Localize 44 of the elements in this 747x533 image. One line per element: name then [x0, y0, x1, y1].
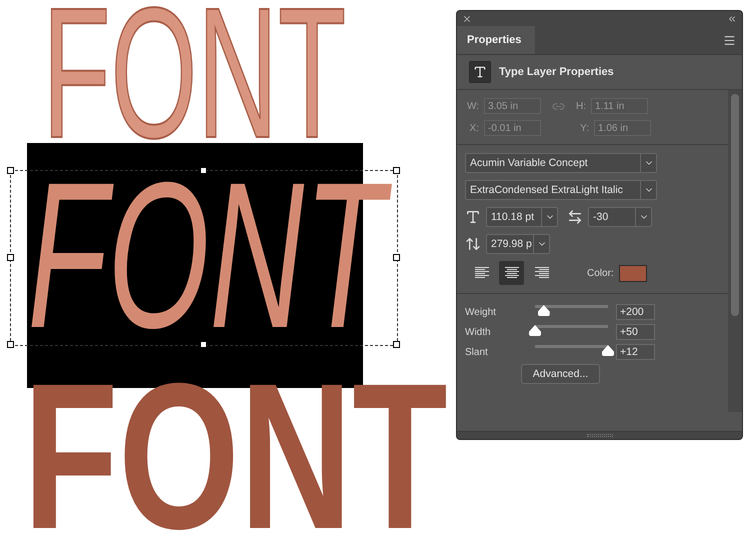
slider-thumb[interactable] — [529, 325, 541, 336]
color-label: Color: — [587, 268, 614, 278]
align-center-icon — [504, 267, 518, 279]
resize-handle[interactable] — [393, 254, 400, 261]
slider-thumb[interactable] — [538, 305, 550, 316]
type-layer-icon — [469, 61, 491, 83]
resize-grip-icon[interactable] — [586, 434, 612, 437]
width-label: W: — [466, 100, 479, 112]
resize-handle[interactable] — [7, 254, 14, 261]
properties-tab[interactable]: Properties — [457, 26, 536, 54]
align-button[interactable] — [499, 261, 524, 285]
y-label: Y: — [579, 122, 589, 134]
tracking-select[interactable]: -30 — [588, 207, 652, 227]
leading-select[interactable]: 279.98 p — [486, 234, 550, 254]
height-label: H: — [576, 100, 586, 112]
font-sample-text: FONT — [22, 374, 449, 533]
font-size-select[interactable]: 110.18 pt — [486, 207, 558, 227]
align-left-icon — [474, 267, 488, 279]
x-label: X: — [468, 122, 479, 134]
resize-handle[interactable] — [7, 167, 14, 174]
font-family-select[interactable]: Acumin Variable Concept — [465, 153, 657, 173]
slider-thumb[interactable] — [602, 345, 614, 356]
color-swatch[interactable] — [618, 264, 647, 282]
tracking-icon — [567, 209, 583, 225]
axis-label: Slant — [465, 346, 489, 358]
scrollbar[interactable] — [728, 90, 742, 412]
collapse-icon[interactable] — [727, 14, 737, 24]
resize-handle[interactable] — [7, 341, 14, 348]
section-title: Type Layer Properties — [499, 66, 614, 78]
font-size-icon — [465, 209, 481, 225]
menu-icon[interactable] — [723, 34, 736, 46]
axis-value-field[interactable]: +50 — [616, 324, 655, 340]
leading-icon — [465, 236, 481, 252]
font-style-select[interactable]: ExtraCondensed ExtraLight Italic — [465, 180, 657, 200]
advanced-button[interactable]: Advanced... — [521, 364, 600, 384]
close-icon[interactable] — [462, 14, 472, 24]
axis-value-field[interactable]: +12 — [616, 344, 655, 360]
axis-label: Weight — [465, 306, 497, 318]
resize-handle[interactable] — [393, 167, 400, 174]
axis-value-field[interactable]: +200 — [616, 304, 655, 320]
resize-handle[interactable] — [393, 341, 400, 348]
font-sample-text: FONT — [41, 0, 348, 149]
axis-label: Width — [465, 326, 492, 338]
align-right-icon — [534, 267, 548, 279]
